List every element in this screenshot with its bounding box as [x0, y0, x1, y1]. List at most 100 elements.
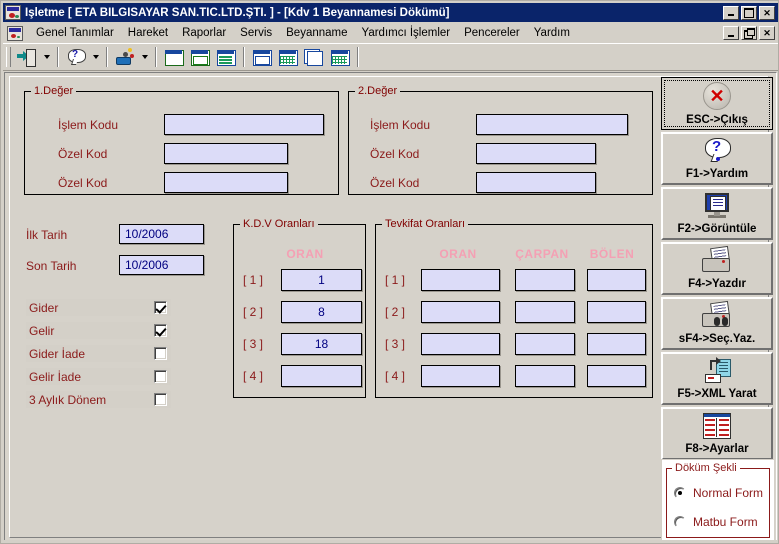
- checkbox-gider[interactable]: [154, 301, 167, 314]
- question-balloon-icon: ?: [703, 134, 731, 168]
- checkbox-row-gider-iade[interactable]: Gider İade: [26, 345, 171, 362]
- radio-matbu-form[interactable]: [674, 516, 686, 528]
- user-dropdown-arrow-icon[interactable]: [138, 46, 151, 69]
- user-toolbutton[interactable]: [113, 46, 137, 69]
- cascade-window-toolbutton[interactable]: [302, 46, 326, 69]
- table-window-toolbutton[interactable]: [214, 46, 238, 69]
- checkbox-row-3-aylik-donem[interactable]: 3 Aylık Dönem: [26, 391, 171, 408]
- label-ozel-kod-1a: Özel Kod: [58, 147, 108, 161]
- minimize-button[interactable]: [723, 5, 739, 20]
- column-header-tevkifat-bolen: BÖLEN: [589, 247, 635, 261]
- esc-cikis-label: ESC->Çıkış: [686, 114, 748, 126]
- menu-item-hareket[interactable]: Hareket: [121, 25, 175, 41]
- menu-item-raporlar[interactable]: Raporlar: [175, 25, 233, 41]
- mdi-minimize-button[interactable]: [723, 26, 739, 40]
- menu-item-yardimci-islemler[interactable]: Yardımcı İşlemler: [355, 25, 458, 41]
- input-kdv-oran-2[interactable]: 8: [281, 301, 362, 323]
- toolbar-separator: [106, 47, 108, 67]
- input-ozel-kod-2a[interactable]: [476, 143, 596, 164]
- f4-yazdir-button[interactable]: F4->Yazdır: [661, 242, 773, 295]
- radio-row-matbu-form[interactable]: Matbu Form: [674, 515, 758, 529]
- exit-toolbutton[interactable]: [15, 46, 39, 69]
- mdi-close-button[interactable]: ✕: [759, 26, 775, 40]
- checkbox-3-aylik-donem[interactable]: [154, 393, 167, 406]
- menu-item-yardim[interactable]: Yardım: [527, 25, 577, 41]
- input-tevkifat-bolen-2[interactable]: [587, 301, 646, 323]
- f8-ayarlar-label: F8->Ayarlar: [685, 443, 749, 455]
- grid-window-toolbutton[interactable]: [276, 46, 300, 69]
- input-tevkifat-carpan-1[interactable]: [515, 269, 575, 291]
- group-kdv-oranlari: K.D.V Oranları ORAN [ 1 ] 1 [ 2 ] 8 [ 3 …: [233, 218, 366, 398]
- checkbox-gelir[interactable]: [154, 324, 167, 337]
- close-circle-icon: ✕: [703, 78, 731, 114]
- label-son-tarih: Son Tarih: [26, 259, 77, 273]
- input-tevkifat-carpan-4[interactable]: [515, 365, 575, 387]
- radio-row-normal-form[interactable]: Normal Form: [674, 486, 763, 500]
- input-tevkifat-carpan-2[interactable]: [515, 301, 575, 323]
- input-tevkifat-bolen-3[interactable]: [587, 333, 646, 355]
- new-window-toolbutton[interactable]: [162, 46, 186, 69]
- input-islem-kodu-2[interactable]: [476, 114, 628, 135]
- maximize-button[interactable]: [741, 5, 757, 20]
- menu-item-genel-tanimlar[interactable]: Genel Tanımlar: [29, 25, 121, 41]
- xml-export-icon: [703, 354, 731, 388]
- monitor-preview-icon: [702, 189, 732, 223]
- group-1-deger-title: 1.Değer: [31, 85, 77, 97]
- input-tevkifat-bolen-4[interactable]: [587, 365, 646, 387]
- form-window-toolbutton[interactable]: [250, 46, 274, 69]
- f2-goruntule-button[interactable]: F2->Görüntüle: [661, 187, 773, 240]
- mdi-restore-button[interactable]: [741, 26, 757, 40]
- group-2-deger-title: 2.Değer: [355, 85, 401, 97]
- row-index-kdv-4: [ 4 ]: [243, 369, 264, 383]
- dokum-sekli-group: Döküm Şekli Normal Form Matbu Form: [661, 459, 775, 543]
- tile-window-toolbutton[interactable]: [328, 46, 352, 69]
- input-kdv-oran-3[interactable]: 18: [281, 333, 362, 355]
- menu-item-pencereler[interactable]: Pencereler: [457, 25, 527, 41]
- input-ozel-kod-1a[interactable]: [164, 143, 288, 164]
- input-tevkifat-carpan-3[interactable]: [515, 333, 575, 355]
- checkbox-gelir-iade[interactable]: [154, 370, 167, 383]
- group-kdv-title: K.D.V Oranları: [240, 218, 318, 230]
- input-ilk-tarih[interactable]: 10/2006: [119, 224, 204, 244]
- checkbox-row-gelir[interactable]: Gelir: [26, 322, 171, 339]
- f8-ayarlar-button[interactable]: F8->Ayarlar: [661, 407, 773, 460]
- esc-cikis-button[interactable]: ✕ ESC->Çıkış: [661, 77, 773, 130]
- window-title: İşletme [ ETA BİLGİSAYAR SAN.TİC.LTD.ŞTİ…: [25, 6, 450, 19]
- f5-xml-yarat-label: F5->XML Yarat: [677, 388, 757, 400]
- close-button[interactable]: ✕: [759, 5, 775, 20]
- input-tevkifat-oran-2[interactable]: [421, 301, 500, 323]
- toolbar-grip[interactable]: [6, 47, 11, 67]
- input-islem-kodu-1[interactable]: [164, 114, 324, 135]
- input-kdv-oran-4[interactable]: [281, 365, 362, 387]
- checkbox-row-gelir-iade[interactable]: Gelir İade: [26, 368, 171, 385]
- mdi-window-controls: ✕: [723, 26, 775, 40]
- input-tevkifat-oran-4[interactable]: [421, 365, 500, 387]
- input-tevkifat-bolen-1[interactable]: [587, 269, 646, 291]
- group-tevkifat-title: Tevkifat Oranları: [382, 218, 469, 230]
- f1-yardim-button[interactable]: ? F1->Yardım: [661, 132, 773, 185]
- menu-item-servis[interactable]: Servis: [233, 25, 279, 41]
- input-son-tarih[interactable]: 10/2006: [119, 255, 204, 275]
- checkbox-gider-iade[interactable]: [154, 347, 167, 360]
- exit-dropdown-arrow-icon[interactable]: [40, 46, 53, 69]
- input-ozel-kod-1b[interactable]: [164, 172, 288, 193]
- row-index-tevkifat-2: [ 2 ]: [385, 305, 406, 319]
- radio-normal-form[interactable]: [674, 487, 686, 499]
- row-index-kdv-3: [ 3 ]: [243, 337, 264, 351]
- help-toolbutton[interactable]: ?: [64, 46, 88, 69]
- input-kdv-oran-1[interactable]: 1: [281, 269, 362, 291]
- input-tevkifat-oran-3[interactable]: [421, 333, 500, 355]
- menu-item-beyanname[interactable]: Beyanname: [279, 25, 354, 41]
- input-ozel-kod-2b[interactable]: [476, 172, 596, 193]
- list-window-toolbutton[interactable]: [188, 46, 212, 69]
- help-dropdown-arrow-icon[interactable]: [89, 46, 102, 69]
- checkbox-row-gider[interactable]: Gider: [26, 299, 171, 316]
- label-ozel-kod-1b: Özel Kod: [58, 176, 108, 190]
- window-bottom-edge: [4, 540, 777, 542]
- f1-yardim-label: F1->Yardım: [685, 168, 749, 180]
- input-tevkifat-oran-1[interactable]: [421, 269, 500, 291]
- sf4-sec-yaz-button[interactable]: sF4->Seç.Yaz.: [661, 297, 773, 350]
- group-1-deger: 1.Değer İşlem Kodu Özel Kod Özel Kod: [24, 85, 339, 195]
- f5-xml-yarat-button[interactable]: F5->XML Yarat: [661, 352, 773, 405]
- group-tevkifat-oranlari: Tevkifat Oranları ORAN ÇARPAN BÖLEN [ 1 …: [375, 218, 653, 398]
